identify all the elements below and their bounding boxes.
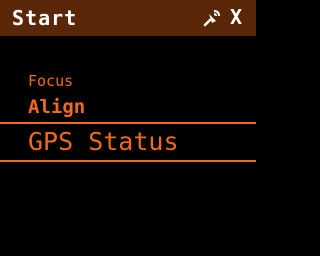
title-bar: Start X (0, 0, 256, 36)
satellite-signal-icon (203, 10, 220, 27)
close-button[interactable]: X (230, 5, 242, 29)
menu-item-label: Focus (28, 72, 74, 90)
screen-title: Start (12, 6, 78, 30)
menu-item-focus[interactable]: Focus (0, 71, 256, 93)
menu-item-align[interactable]: Align (0, 95, 256, 121)
menu-item-label: Align (28, 96, 86, 118)
menu-item-label: GPS Status (28, 127, 179, 156)
menu-item-gps-status[interactable]: GPS Status (0, 122, 256, 162)
